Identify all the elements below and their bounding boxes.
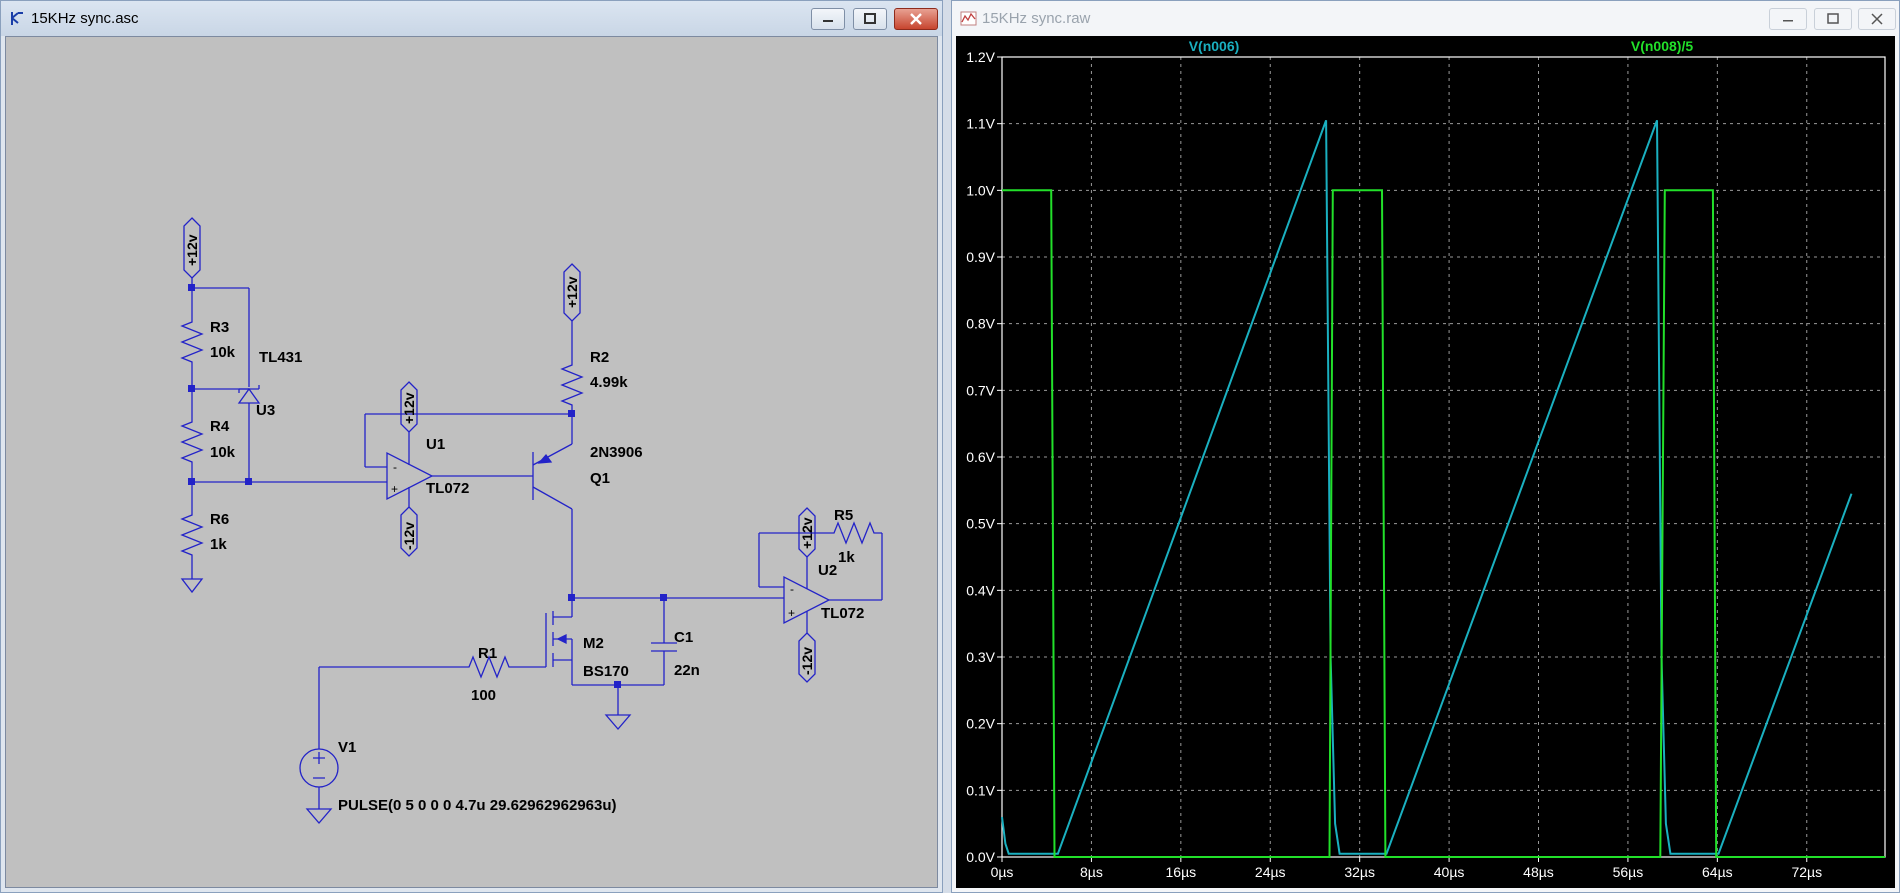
y-tick-label: 0.5V bbox=[966, 516, 995, 532]
y-tick-label: 0.2V bbox=[966, 716, 995, 732]
waveform-plot-pane[interactable]: 0.0V 0.1V 0.2V 0.3V 0.4V 0.5V 0.6V 0.7V 0.8V 0.9V… bbox=[956, 36, 1895, 888]
minimize-icon bbox=[1783, 20, 1793, 22]
y-tick-label: 0.9V bbox=[966, 249, 995, 265]
r4-ref: R4 bbox=[210, 418, 230, 435]
y-tick-label: 0.0V bbox=[966, 849, 995, 865]
svg-text:+: + bbox=[391, 482, 398, 496]
x-tick-label: 32µs bbox=[1344, 864, 1375, 880]
net-flag-vplus-3: +12v bbox=[401, 392, 417, 424]
r3-value: 10k bbox=[210, 344, 236, 361]
close-button[interactable] bbox=[894, 8, 938, 30]
r1-value: 100 bbox=[471, 687, 496, 704]
svg-text:-: - bbox=[790, 582, 794, 596]
schematic-titlebar[interactable]: 15KHz sync.asc bbox=[1, 1, 942, 36]
x-tick-label: 8µs bbox=[1080, 864, 1103, 880]
x-tick-label: 72µs bbox=[1791, 864, 1822, 880]
r1-ref: R1 bbox=[478, 645, 497, 662]
r6-ref: R6 bbox=[210, 511, 229, 528]
y-tick-label: 0.6V bbox=[966, 449, 995, 465]
u3-value: TL431 bbox=[259, 349, 302, 366]
net-flag-vminus-2: -12v bbox=[799, 647, 815, 675]
y-tick-label: 0.1V bbox=[966, 782, 995, 798]
schematic-window-title: 15KHz sync.asc bbox=[31, 10, 139, 27]
maximize-button[interactable] bbox=[853, 8, 887, 30]
y-tick-label: 1.2V bbox=[966, 49, 995, 65]
y-tick-label: 1.0V bbox=[966, 182, 995, 198]
c1-ref: C1 bbox=[674, 629, 693, 646]
series-line-1 bbox=[1001, 119, 1853, 855]
window-gap bbox=[943, 0, 951, 893]
x-tick-label: 16µs bbox=[1166, 864, 1197, 880]
y-tick-label: 0.3V bbox=[966, 649, 995, 665]
waveform-minimize-button[interactable] bbox=[1769, 8, 1807, 30]
minimize-icon bbox=[823, 20, 833, 22]
svg-text:-: - bbox=[393, 460, 397, 474]
x-tick-label: 24µs bbox=[1255, 864, 1286, 880]
v1-value: PULSE(0 5 0 0 0 4.7u 29.62962962963u) bbox=[338, 797, 617, 814]
waveform-maximize-button[interactable] bbox=[1814, 8, 1852, 30]
q1-value: 2N3906 bbox=[590, 444, 643, 461]
legend-label-2: V(n008)/5 bbox=[1631, 38, 1693, 54]
y-tick-label: 0.7V bbox=[966, 382, 995, 398]
v1-ref: V1 bbox=[338, 739, 356, 756]
x-tick-label: 64µs bbox=[1702, 864, 1733, 880]
close-icon bbox=[910, 13, 922, 25]
q1-ref: Q1 bbox=[590, 470, 610, 487]
legend-label-1: V(n006) bbox=[1189, 38, 1240, 54]
waveform-window-title: 15KHz sync.raw bbox=[982, 10, 1091, 27]
u2-ref: U2 bbox=[818, 562, 837, 579]
r2-value: 4.99k bbox=[590, 374, 628, 391]
r3-ref: R3 bbox=[210, 319, 229, 336]
c1-value: 22n bbox=[674, 662, 700, 679]
net-flag-vminus-1: -12v bbox=[401, 522, 417, 550]
m2-value: BS170 bbox=[583, 663, 629, 680]
svg-text:+: + bbox=[788, 606, 795, 620]
r4-value: 10k bbox=[210, 444, 236, 461]
r5-ref: R5 bbox=[834, 507, 853, 524]
u1-value: TL072 bbox=[426, 480, 469, 497]
u1-ref: U1 bbox=[426, 436, 445, 453]
schematic-window: 15KHz sync.asc - + - + +12v +12v +12v -1… bbox=[0, 0, 943, 893]
net-flag-vplus-1: +12v bbox=[184, 234, 200, 266]
u2-value: TL072 bbox=[821, 605, 864, 622]
minimize-button[interactable] bbox=[811, 8, 845, 30]
x-tick-label: 40µs bbox=[1434, 864, 1465, 880]
schematic-drawing: - + - + +12v +12v +12v -12v +12v -12v R3… bbox=[180, 217, 883, 824]
u3-ref: U3 bbox=[256, 402, 275, 419]
y-tick-label: 1.1V bbox=[966, 116, 995, 132]
m2-ref: M2 bbox=[583, 635, 604, 652]
x-tick-label: 56µs bbox=[1613, 864, 1644, 880]
waveform-viewer-icon bbox=[960, 11, 977, 26]
waveform-window: 15KHz sync.raw 0.0V 0.1V 0.2V 0.3V 0.4V 0.5V 0… bbox=[951, 0, 1900, 893]
maximize-icon bbox=[864, 13, 876, 24]
schematic-canvas[interactable]: - + - + +12v +12v +12v -12v +12v -12v R3… bbox=[5, 36, 938, 888]
y-tick-label: 0.4V bbox=[966, 582, 995, 598]
waveform-plot: 0.0V 0.1V 0.2V 0.3V 0.4V 0.5V 0.6V 0.7V 0.8V 0.9V… bbox=[966, 38, 1886, 880]
waveform-titlebar[interactable]: 15KHz sync.raw bbox=[952, 1, 1899, 36]
x-tick-label: 48µs bbox=[1523, 864, 1554, 880]
x-tick-label: 0µs bbox=[991, 864, 1014, 880]
r2-ref: R2 bbox=[590, 349, 609, 366]
waveform-close-button[interactable] bbox=[1858, 8, 1896, 30]
net-flag-vplus-4: +12v bbox=[799, 517, 815, 549]
r5-value: 1k bbox=[838, 549, 855, 566]
ltspice-schematic-icon bbox=[11, 12, 23, 25]
net-flag-vplus-2: +12v bbox=[564, 276, 580, 308]
close-icon bbox=[1871, 13, 1883, 25]
r6-value: 1k bbox=[210, 536, 227, 553]
maximize-icon bbox=[1827, 13, 1839, 24]
y-tick-label: 0.8V bbox=[966, 316, 995, 332]
